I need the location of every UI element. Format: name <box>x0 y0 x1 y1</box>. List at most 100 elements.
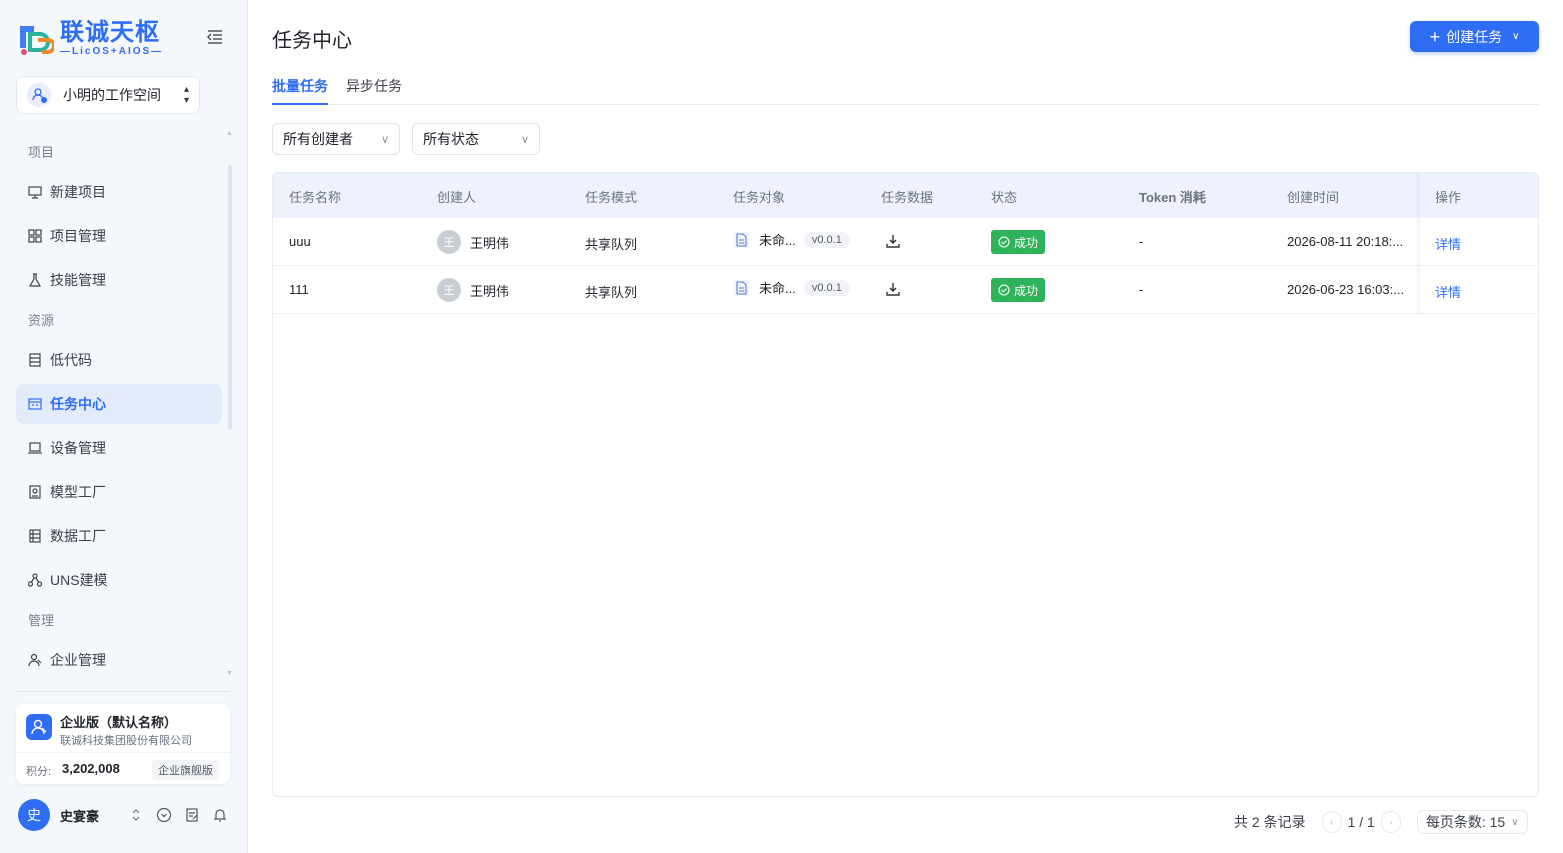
create-task-label: 创建任务 <box>1446 28 1503 45</box>
sidebar-item-label: 企业管理 <box>50 652 106 668</box>
task-mode: 共享队列 <box>585 285 638 300</box>
bell-icon[interactable] <box>212 807 228 823</box>
status-badge: 成功 <box>991 278 1046 302</box>
chevron-down-icon: ∨ <box>1511 816 1519 828</box>
filter-label: 所有创建者 <box>283 131 353 147</box>
page-size-label: 每页条数: 15 <box>1425 814 1506 830</box>
table-header: 任务名称 创建人 任务模式 任务对象 任务数据 状态 Token 消耗 创建时间… <box>273 173 1538 218</box>
status-label: 成功 <box>1014 283 1039 298</box>
column-header: 任务模式 <box>585 190 638 205</box>
task-object-name: 未命... <box>759 233 796 248</box>
workspace-selector[interactable]: 小明的工作空间 ▴ ▾ <box>16 76 200 114</box>
sidebar-item-enterprise-management[interactable]: 企业管理 <box>16 640 222 680</box>
task-mode: 共享队列 <box>585 237 638 252</box>
check-circle-icon <box>998 284 1010 296</box>
task-name: 111 <box>289 282 309 297</box>
chevron-down-icon: ∨ <box>1512 31 1520 42</box>
sidebar-item-skill-management[interactable]: 技能管理 <box>16 260 222 300</box>
filter-bar: 所有创建者 ∨ 所有状态 ∨ <box>272 123 540 155</box>
calendar-icon <box>28 398 42 410</box>
user-name[interactable]: 史宴豪 <box>60 806 116 825</box>
sidebar-item-label: 新建项目 <box>50 184 106 200</box>
sidebar-item-model-factory[interactable]: 模型工厂 <box>16 472 222 512</box>
detail-link[interactable]: 详情 <box>1435 282 1461 301</box>
sidebar-item-label: 设备管理 <box>50 440 106 456</box>
workspace-icon <box>27 83 51 107</box>
sidebar-item-task-center[interactable]: 任务中心 <box>16 384 222 424</box>
brand-logo[interactable]: 联诚天枢 —LicOS+AIOS— <box>16 18 163 58</box>
sidebar-item-project-management[interactable]: 项目管理 <box>16 216 222 256</box>
sidebar-item-label: 模型工厂 <box>50 484 106 500</box>
document-edit-icon[interactable] <box>184 807 200 823</box>
status-filter-select[interactable]: 所有状态 ∨ <box>412 123 540 155</box>
workspace-label: 小明的工作空间 <box>63 87 161 103</box>
scroll-down-icon[interactable]: ▼ <box>226 670 233 677</box>
avatar: 王 <box>437 278 461 302</box>
version-badge: v0.0.1 <box>803 231 850 248</box>
sidebar-item-label: UNS建模 <box>50 572 108 588</box>
task-object-cell[interactable]: 未命... v0.0.1 <box>733 230 850 249</box>
download-icon[interactable] <box>885 233 901 249</box>
page-indicator: 1 / 1 <box>1347 814 1375 830</box>
switch-caret-icon[interactable] <box>128 807 144 823</box>
task-object-name: 未命... <box>759 281 796 296</box>
task-object-cell[interactable]: 未命... v0.0.1 <box>733 278 850 297</box>
sidebar-item-low-code[interactable]: 低代码 <box>16 340 222 380</box>
scroll-up-icon[interactable]: ▲ <box>226 130 233 137</box>
avatar[interactable]: 史 <box>18 799 50 831</box>
sidebar-divider <box>16 691 230 692</box>
database-icon <box>29 529 41 543</box>
brand-title: 联诚天枢 <box>60 18 160 46</box>
table-row[interactable]: 111 王 王明伟 共享队列 未命... v0.0.1 成功 - 2026-06… <box>273 266 1538 314</box>
plan-badge: 企业旗舰版 <box>152 760 219 780</box>
create-task-button[interactable]: + 创建任务 ∨ <box>1410 21 1539 52</box>
tab-batch-tasks[interactable]: 批量任务 <box>272 76 328 105</box>
tab-bar: 批量任务 异步任务 <box>272 76 1539 105</box>
circle-chevron-icon[interactable] <box>156 807 172 823</box>
tab-async-tasks[interactable]: 异步任务 <box>346 76 402 105</box>
sidebar-nav: 项目 新建项目 项目管理 技能管理 资源 低代码 任务中心 设备管理 模型工厂 <box>16 128 222 684</box>
sidebar-item-data-factory[interactable]: 数据工厂 <box>16 516 222 556</box>
user-bar: 史 史宴豪 <box>18 799 230 831</box>
check-circle-icon <box>998 236 1010 248</box>
chevron-down-icon: ∨ <box>520 133 529 146</box>
model-icon <box>29 485 41 499</box>
download-icon[interactable] <box>885 281 901 297</box>
sidebar-item-uns-modeling[interactable]: UNS建模 <box>16 560 222 600</box>
network-icon <box>28 573 42 587</box>
prev-page-icon[interactable]: ‹ <box>1321 811 1342 833</box>
org-icon <box>26 714 52 740</box>
sidebar: 联诚天枢 —LicOS+AIOS— 小明的工作空间 ▴ ▾ ▲ ▼ 项目 新建项目… <box>0 0 248 853</box>
doc-icon <box>29 353 41 367</box>
column-header: 任务数据 <box>881 190 934 205</box>
column-header: 任务对象 <box>733 190 786 205</box>
sort-caret-icon: ▴ ▾ <box>183 84 189 106</box>
filter-label: 所有状态 <box>423 131 479 147</box>
task-table: 任务名称 创建人 任务模式 任务对象 任务数据 状态 Token 消耗 创建时间… <box>272 172 1539 797</box>
collapse-sidebar-icon[interactable] <box>206 28 224 46</box>
sidebar-item-device-management[interactable]: 设备管理 <box>16 428 222 468</box>
flask-icon <box>28 273 42 287</box>
sidebar-scrollbar[interactable] <box>228 165 232 430</box>
column-header: 操作 <box>1435 190 1462 205</box>
sidebar-item-label: 项目管理 <box>50 228 106 244</box>
creator-filter-select[interactable]: 所有创建者 ∨ <box>272 123 400 155</box>
nav-group-label: 资源 <box>28 313 55 328</box>
sidebar-item-label: 低代码 <box>50 352 92 368</box>
laptop-icon <box>28 442 42 454</box>
sidebar-item-new-project[interactable]: 新建项目 <box>16 172 222 212</box>
total-records: 共 2 条记录 <box>1234 814 1306 830</box>
next-page-icon[interactable]: › <box>1380 811 1401 833</box>
token-usage: - <box>1139 234 1144 249</box>
nav-group-label: 项目 <box>28 145 55 160</box>
version-badge: v0.0.1 <box>803 279 850 296</box>
sidebar-item-label: 技能管理 <box>50 272 106 288</box>
users-icon <box>28 653 42 667</box>
page-size-select[interactable]: 每页条数: 15 ∨ <box>1416 810 1528 834</box>
points-value: 3,202,008 <box>62 761 120 776</box>
detail-link[interactable]: 详情 <box>1435 234 1461 253</box>
brand-subtitle: —LicOS+AIOS— <box>60 45 164 57</box>
org-card[interactable]: 企业版（默认名称） 联诚科技集团股份有限公司 积分: 3,202,008 企业旗… <box>16 704 230 784</box>
grid-icon <box>28 229 42 243</box>
table-row[interactable]: uuu 王 王明伟 共享队列 未命... v0.0.1 成功 - 2026-08… <box>273 218 1538 266</box>
